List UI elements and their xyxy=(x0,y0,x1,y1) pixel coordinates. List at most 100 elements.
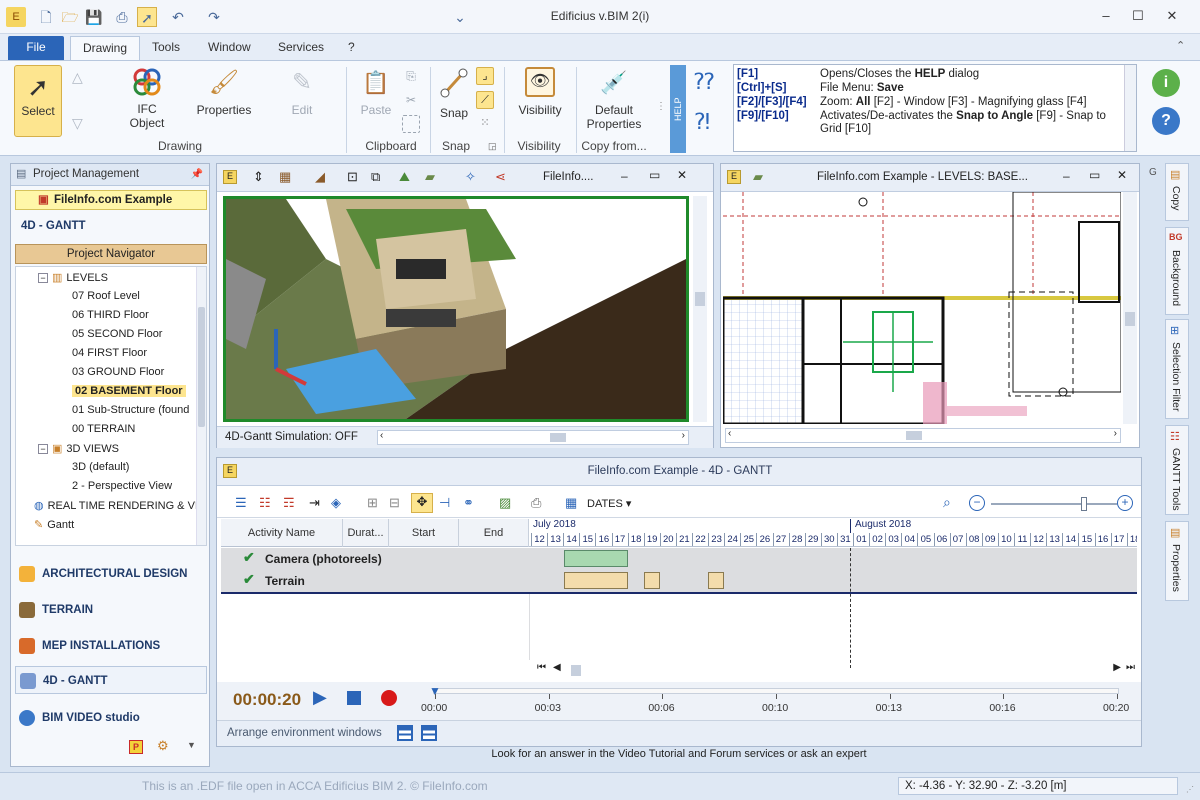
tab-services[interactable]: Services xyxy=(266,36,336,60)
record-icon[interactable] xyxy=(381,690,397,706)
col-end[interactable]: End xyxy=(459,519,529,547)
gantt-bar-camera[interactable] xyxy=(564,550,628,567)
project-navigator-header[interactable]: Project Navigator xyxy=(15,244,207,264)
resize-grip-icon[interactable]: ⋰ xyxy=(1186,785,1194,794)
nav-bim-video-studio[interactable]: BIM VIDEO studio xyxy=(15,704,207,732)
gantt-indent-icon[interactable]: ⇥ xyxy=(309,495,320,511)
nav-dropdown-icon[interactable]: ▼ xyxy=(187,740,196,750)
tree-item[interactable]: 07 Roof Level xyxy=(72,290,140,302)
cut-icon[interactable]: ✂ xyxy=(402,93,420,111)
2d-vertical-scrollbar[interactable] xyxy=(1123,192,1137,424)
tree-item[interactable]: − ▥ LEVELS xyxy=(38,271,108,284)
arrange-horizontal-icon[interactable] xyxy=(397,725,413,741)
3d-hscroll-thumb[interactable] xyxy=(550,433,566,442)
dialog-launcher-icon[interactable]: ◲ xyxy=(488,141,497,152)
dock-tab-properties[interactable]: ▤ Properties xyxy=(1165,521,1189,601)
overflow-dots-icon[interactable]: ⋮ xyxy=(656,101,666,112)
scroll-end-icon[interactable]: ⏭ xyxy=(1126,662,1135,673)
axis-icon[interactable]: ✧ xyxy=(465,169,476,185)
tab-help[interactable]: ? xyxy=(336,36,367,60)
scroll-right-icon[interactable]: › xyxy=(682,430,685,441)
tree-item[interactable]: 05 SECOND Floor xyxy=(72,328,162,340)
snap-angle-icon[interactable]: ⌟ xyxy=(476,67,494,85)
ribbon-collapse-icon[interactable]: ⌃ xyxy=(1176,39,1185,52)
checkbox-checked-icon[interactable]: ✔ xyxy=(243,571,255,588)
tree-collapse-icon[interactable]: − xyxy=(38,444,48,455)
select-area-icon[interactable] xyxy=(402,115,420,133)
tree-item-selected[interactable]: 02 BASEMENT Floor xyxy=(72,385,186,397)
view-minimize-button[interactable]: – xyxy=(621,169,628,183)
edit-button[interactable]: ✎ Edit xyxy=(276,67,328,117)
stop-icon[interactable] xyxy=(347,691,361,705)
view-restore-button[interactable]: ▭ xyxy=(649,168,660,182)
pin-icon[interactable]: 📌 xyxy=(191,164,203,185)
col-activity-name[interactable]: Activity Name xyxy=(221,519,343,547)
gantt-add-icon[interactable]: ☷ xyxy=(259,495,271,511)
zoom-slider-thumb[interactable] xyxy=(1081,497,1087,511)
dock-tab-gantt-tools[interactable]: ☷ GANTT Tools xyxy=(1165,425,1189,515)
3d-scroll-thumb[interactable] xyxy=(695,292,705,306)
gantt-splitter[interactable] xyxy=(529,594,530,660)
tree-scrollbar[interactable] xyxy=(196,267,206,545)
3d-viewport[interactable] xyxy=(223,196,689,422)
dock-tab-copy[interactable]: ▤ Copy xyxy=(1165,163,1189,221)
layers-2d-icon[interactable]: ▰ xyxy=(753,169,763,185)
gantt-move-icon[interactable]: ✥ xyxy=(411,493,433,513)
maximize-button[interactable]: ☐ xyxy=(1124,6,1152,26)
gantt-print-icon[interactable]: ⎙ xyxy=(531,495,541,511)
default-properties-button[interactable]: 💉 Default Properties xyxy=(582,67,646,131)
gantt-hscroll-thumb[interactable] xyxy=(571,665,581,676)
tab-file[interactable]: File xyxy=(8,36,64,60)
minimize-button[interactable]: – xyxy=(1092,6,1120,26)
scroll-right-2d-icon[interactable]: › xyxy=(1114,428,1117,439)
dock-tab-background[interactable]: BG Background xyxy=(1165,227,1189,315)
arrange-vertical-icon[interactable] xyxy=(421,725,437,741)
zoom-out-icon[interactable]: − xyxy=(969,495,985,511)
nav-architectural-design[interactable]: ARCHITECTURAL DESIGN xyxy=(15,560,207,588)
2d-scroll-thumb[interactable] xyxy=(1125,312,1135,326)
tree-item[interactable]: − ▣ 3D VIEWS xyxy=(38,442,119,455)
col-start[interactable]: Start xyxy=(389,519,459,547)
project-name[interactable]: ▣ FileInfo.com Example xyxy=(15,190,207,210)
tab-drawing[interactable]: Drawing xyxy=(70,36,141,60)
gantt-bar-terrain-2[interactable] xyxy=(644,572,660,589)
grid-dots-icon[interactable]: ⁙ xyxy=(476,115,494,133)
gantt-remove-icon[interactable]: ☶ xyxy=(283,495,295,511)
scroll-left-2d-icon[interactable]: ‹ xyxy=(728,428,731,439)
gantt-delete-row-icon[interactable]: ⊟ xyxy=(389,495,400,511)
tree-item[interactable]: 01 Sub-Structure (found xyxy=(72,404,189,416)
dimension-icon[interactable]: ⇕ xyxy=(253,169,264,185)
wall-icon[interactable]: ◢ xyxy=(315,169,325,185)
gantt-chart-icon[interactable]: ▨ xyxy=(499,495,511,511)
gantt-split-icon[interactable]: ⊣ xyxy=(439,495,450,511)
gantt-fill-icon[interactable]: ◈ xyxy=(331,495,341,511)
nav-terrain[interactable]: TERRAIN xyxy=(15,596,207,624)
checkbox-checked-icon[interactable]: ✔ xyxy=(243,549,255,566)
nav-mep-installations[interactable]: MEP INSTALLATIONS xyxy=(15,632,207,660)
gantt-list-icon[interactable]: ☰ xyxy=(235,495,247,511)
snap-button[interactable]: Snap xyxy=(434,67,474,120)
tree-item[interactable]: 3D (default) xyxy=(72,461,129,473)
view-2d-close-button[interactable]: ✕ xyxy=(1117,168,1127,182)
tree-item[interactable]: 06 THIRD Floor xyxy=(72,309,149,321)
col-duration[interactable]: Durat... xyxy=(343,519,389,547)
snap-grid-icon[interactable]: ⟋ xyxy=(476,91,494,109)
tree-item[interactable]: 2 - Perspective View xyxy=(72,480,172,492)
2d-horizontal-scrollbar[interactable]: ‹ › xyxy=(725,428,1121,443)
help-video-icon[interactable]: ⁈ xyxy=(694,109,710,135)
gantt-bar-terrain-1[interactable] xyxy=(564,572,628,589)
nav-4d-gantt[interactable]: 4D - GANTT xyxy=(15,666,207,694)
table-row[interactable]: ✔ Terrain xyxy=(221,570,529,592)
tree-item[interactable]: ◍ REAL TIME RENDERING & VI xyxy=(34,499,198,512)
frame-icon[interactable]: ⊡ xyxy=(347,169,358,185)
tab-tools[interactable]: Tools xyxy=(140,36,192,60)
zoom-search-icon[interactable]: ⌕ xyxy=(943,494,951,511)
tree-item[interactable]: 00 TERRAIN xyxy=(72,423,135,435)
2d-plan-viewport[interactable] xyxy=(723,192,1121,424)
calendar-icon[interactable]: ▦ xyxy=(565,495,577,511)
layers-icon[interactable]: ▰ xyxy=(425,169,435,185)
copy-icon[interactable]: ⎘ xyxy=(402,69,420,87)
3d-horizontal-scrollbar[interactable]: ‹ › xyxy=(377,430,689,445)
copy-view-icon[interactable]: ⧉ xyxy=(371,169,380,185)
ifc-object-button[interactable]: IFC Object xyxy=(112,67,182,130)
